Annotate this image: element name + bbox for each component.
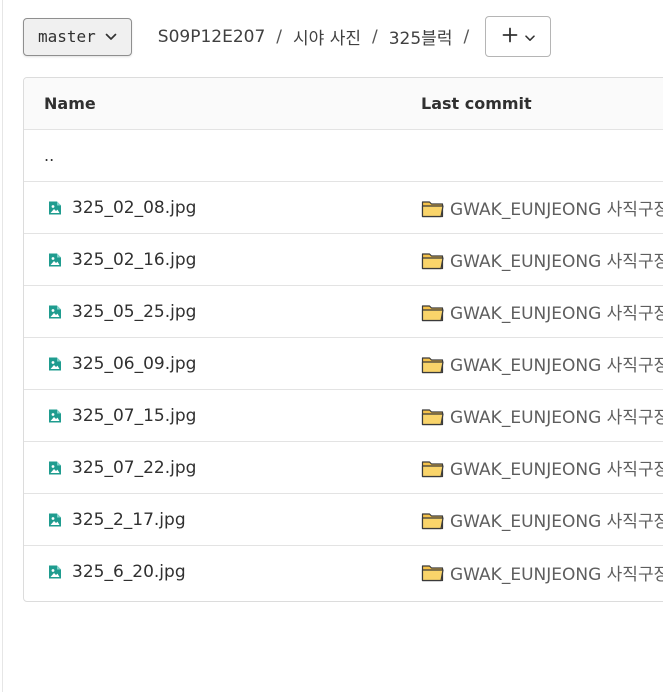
last-commit-message-link[interactable]: GWAK_EUNJEONG 사직구장	[450, 560, 663, 585]
last-commit-cell: GWAK_EUNJEONG 사직구장	[421, 560, 663, 585]
file-name-cell: 325_07_22.jpg	[44, 458, 196, 478]
file-name-link[interactable]: 325_07_22.jpg	[72, 458, 196, 478]
last-commit-message-link[interactable]: GWAK_EUNJEONG 사직구장	[450, 247, 663, 272]
table-row[interactable]: 325_6_20.jpg GWAK_EUNJEONG 사직구장	[24, 546, 663, 598]
parent-directory-row[interactable]: ..	[24, 130, 663, 182]
last-commit-message-link[interactable]: GWAK_EUNJEONG 사직구장	[450, 195, 663, 220]
table-header-row: Name Last commit	[24, 78, 663, 130]
image-file-icon	[47, 564, 63, 580]
table-row[interactable]: 325_05_25.jpg GWAK_EUNJEONG 사직구장	[24, 286, 663, 338]
file-tree-table: Name Last commit .. 325_02_08.jpg GWAK_E…	[23, 77, 663, 602]
table-row[interactable]: 325_06_09.jpg GWAK_EUNJEONG 사직구장	[24, 338, 663, 390]
folder-emoji-icon	[421, 406, 445, 426]
file-name-cell: 325_02_08.jpg	[44, 198, 196, 218]
table-row[interactable]: 325_07_22.jpg GWAK_EUNJEONG 사직구장	[24, 442, 663, 494]
folder-emoji-icon	[421, 302, 445, 322]
table-row[interactable]: 325_2_17.jpg GWAK_EUNJEONG 사직구장	[24, 494, 663, 546]
folder-emoji-icon	[421, 250, 445, 270]
last-commit-cell: GWAK_EUNJEONG 사직구장	[421, 299, 663, 324]
last-commit-cell: GWAK_EUNJEONG 사직구장	[421, 507, 663, 532]
column-header-last-commit: Last commit	[421, 94, 532, 113]
image-file-icon	[47, 460, 63, 476]
breadcrumb-separator: /	[276, 26, 283, 47]
file-name-cell: 325_02_16.jpg	[44, 250, 196, 270]
table-row[interactable]: 325_07_15.jpg GWAK_EUNJEONG 사직구장	[24, 390, 663, 442]
breadcrumb: S09P12E207 / 시야 사진 / 325블럭 /	[158, 24, 480, 50]
file-name-link[interactable]: 325_6_20.jpg	[72, 562, 186, 582]
breadcrumb-item-subfolder[interactable]: 325블럭	[389, 24, 453, 49]
file-name-cell: 325_06_09.jpg	[44, 354, 196, 374]
image-file-icon	[47, 512, 63, 528]
chevron-down-icon	[524, 27, 535, 46]
add-to-tree-button[interactable]	[485, 16, 552, 57]
last-commit-message-link[interactable]: GWAK_EUNJEONG 사직구장	[450, 351, 663, 376]
breadcrumb-item-folder[interactable]: 시야 사진	[293, 24, 361, 49]
breadcrumb-item-project[interactable]: S09P12E207	[158, 27, 266, 47]
file-name-link[interactable]: 325_02_08.jpg	[72, 198, 196, 218]
last-commit-cell: GWAK_EUNJEONG 사직구장	[421, 351, 663, 376]
last-commit-message-link[interactable]: GWAK_EUNJEONG 사직구장	[450, 455, 663, 480]
file-name-cell: 325_05_25.jpg	[44, 302, 196, 322]
table-row[interactable]: 325_02_08.jpg GWAK_EUNJEONG 사직구장	[24, 182, 663, 234]
image-file-icon	[47, 356, 63, 372]
file-name-cell: 325_07_15.jpg	[44, 406, 196, 426]
breadcrumb-separator: /	[372, 26, 378, 47]
left-border	[2, 0, 3, 692]
image-file-icon	[47, 408, 63, 424]
branch-label: master	[38, 27, 96, 46]
folder-emoji-icon	[421, 510, 445, 530]
image-file-icon	[47, 200, 63, 216]
table-row[interactable]: 325_02_16.jpg GWAK_EUNJEONG 사직구장	[24, 234, 663, 286]
file-name-link[interactable]: 325_07_15.jpg	[72, 406, 196, 426]
image-file-icon	[47, 252, 63, 268]
last-commit-cell: GWAK_EUNJEONG 사직구장	[421, 403, 663, 428]
file-name-cell: 325_6_20.jpg	[44, 562, 186, 582]
file-name-link[interactable]: 325_02_16.jpg	[72, 250, 196, 270]
folder-emoji-icon	[421, 354, 445, 374]
breadcrumb-separator: /	[463, 26, 470, 47]
folder-emoji-icon	[421, 198, 445, 218]
last-commit-message-link[interactable]: GWAK_EUNJEONG 사직구장	[450, 299, 663, 324]
file-rows: 325_02_08.jpg GWAK_EUNJEONG 사직구장 325_02_…	[24, 182, 663, 598]
repo-toolbar: master S09P12E207 / 시야 사진 / 325블럭 /	[23, 16, 663, 57]
file-name-cell: 325_2_17.jpg	[44, 510, 186, 530]
last-commit-message-link[interactable]: GWAK_EUNJEONG 사직구장	[450, 403, 663, 428]
image-file-icon	[47, 304, 63, 320]
last-commit-cell: GWAK_EUNJEONG 사직구장	[421, 247, 663, 272]
parent-directory-link[interactable]: ..	[44, 146, 54, 165]
column-header-name: Name	[44, 94, 96, 113]
plus-icon	[502, 27, 518, 47]
chevron-down-icon	[105, 33, 117, 41]
branch-switcher-button[interactable]: master	[23, 17, 132, 56]
file-name-link[interactable]: 325_06_09.jpg	[72, 354, 196, 374]
folder-emoji-icon	[421, 458, 445, 478]
file-name-link[interactable]: 325_05_25.jpg	[72, 302, 196, 322]
last-commit-message-link[interactable]: GWAK_EUNJEONG 사직구장	[450, 507, 663, 532]
last-commit-cell: GWAK_EUNJEONG 사직구장	[421, 195, 663, 220]
last-commit-cell: GWAK_EUNJEONG 사직구장	[421, 455, 663, 480]
folder-emoji-icon	[421, 562, 445, 582]
file-name-link[interactable]: 325_2_17.jpg	[72, 510, 186, 530]
